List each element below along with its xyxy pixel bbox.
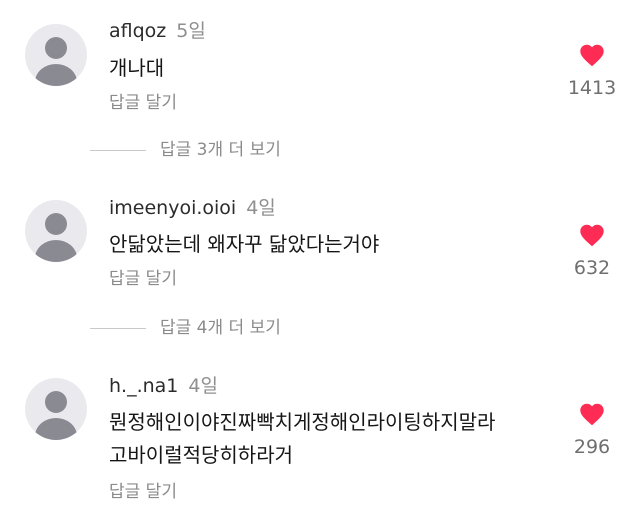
divider-line (90, 327, 146, 329)
comment-text: 개나대 (109, 52, 164, 85)
like-count: 632 (573, 257, 611, 279)
user-avatar-icon[interactable] (25, 378, 87, 440)
view-more-replies-label[interactable]: 답글 4개 더 보기 (160, 317, 281, 339)
comment-text-line: 뭔정해인이야진짜빡치게정해인라이팅하지말라 (109, 410, 496, 434)
comment-text-line: 안닮았는데 왜자꾸 닮았다는거야 (109, 232, 380, 256)
comment-username[interactable]: aflqoz (109, 20, 166, 42)
heart-icon (580, 403, 604, 426)
divider-line (90, 149, 146, 151)
reply-button[interactable]: 답글 달기 (109, 481, 177, 503)
like-button[interactable]: 296 (560, 401, 624, 458)
comment-time: 4일 (188, 375, 218, 397)
comment-text: 뭔정해인이야진짜빡치게정해인라이팅하지말라 고바이럴적당히하라거 (109, 406, 495, 472)
comment-username[interactable]: h._.na1 (109, 375, 178, 397)
comment-time: 5일 (176, 20, 206, 42)
reply-button[interactable]: 답글 달기 (109, 268, 177, 290)
comment-time: 4일 (246, 197, 276, 219)
comment-meta: imeenyoi.oioi 4일 (109, 195, 276, 221)
reply-button[interactable]: 답글 달기 (109, 92, 177, 114)
view-more-replies[interactable]: 답글 3개 더 보기 (90, 139, 281, 161)
user-avatar-icon[interactable] (25, 24, 87, 86)
comment-text-line: 개나대 (109, 56, 165, 80)
comment-meta: aflqoz 5일 (109, 18, 206, 44)
comment-text: 안닮았는데 왜자꾸 닮았다는거야 (109, 228, 379, 261)
like-count: 296 (573, 436, 611, 458)
comment-text-line: 고바이럴적당히하라거 (109, 443, 293, 467)
comment-username[interactable]: imeenyoi.oioi (109, 197, 236, 219)
like-count: 1413 (567, 77, 617, 99)
heart-icon (580, 224, 604, 247)
like-button[interactable]: 1413 (560, 42, 624, 99)
user-avatar-icon[interactable] (25, 200, 87, 262)
view-more-replies[interactable]: 답글 4개 더 보기 (90, 317, 281, 339)
view-more-replies-label[interactable]: 답글 3개 더 보기 (160, 139, 281, 161)
heart-icon (580, 44, 604, 67)
like-button[interactable]: 632 (560, 222, 624, 279)
comment-meta: h._.na1 4일 (109, 373, 218, 399)
